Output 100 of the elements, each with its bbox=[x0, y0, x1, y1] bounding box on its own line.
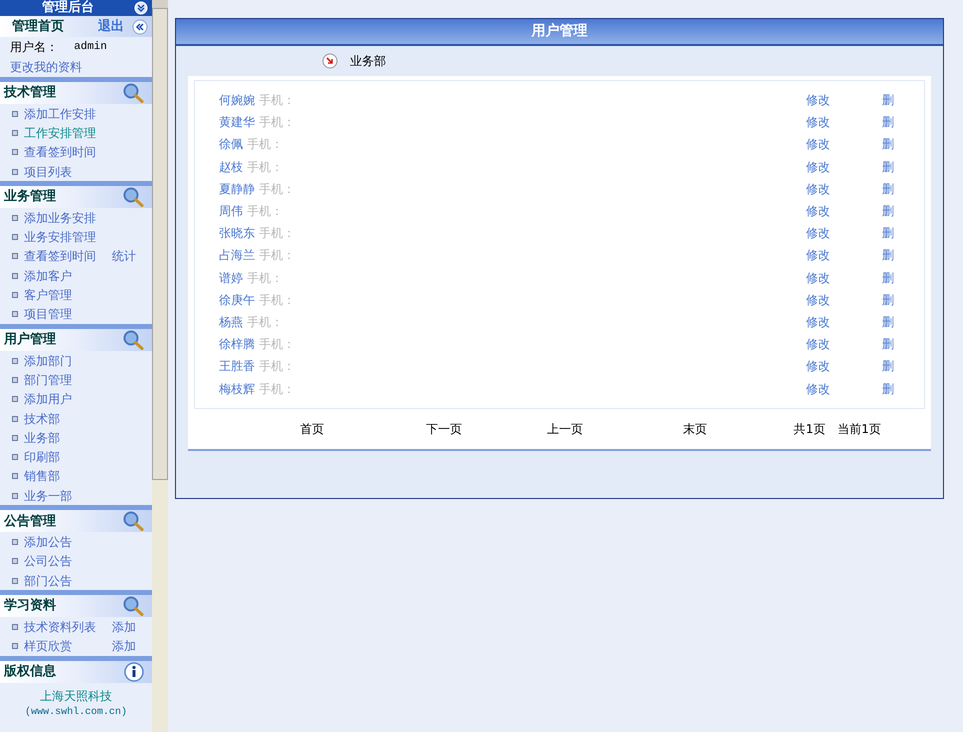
panel-title: 用户管理 bbox=[530, 22, 588, 41]
sidebar-link[interactable]: 技术资料列表 bbox=[24, 618, 96, 636]
sidebar-title: 管理后台 bbox=[42, 0, 94, 16]
user-name-link[interactable]: 王胜香 bbox=[219, 357, 255, 376]
user-name-link[interactable]: 赵枝 bbox=[219, 158, 243, 176]
bullet-icon bbox=[12, 130, 18, 136]
bullet-icon bbox=[12, 168, 18, 175]
sidebar-link[interactable]: 部门公告 bbox=[24, 572, 72, 590]
bullet-icon bbox=[12, 434, 18, 441]
delete-link[interactable]: 删 bbox=[882, 380, 894, 398]
next-page-link[interactable]: 下一页 bbox=[426, 420, 547, 438]
phone-label: 手机： bbox=[247, 203, 283, 220]
sidebar-link[interactable]: 项目列表 bbox=[24, 162, 72, 181]
bullet-icon bbox=[12, 149, 18, 156]
delete-link[interactable]: 删 bbox=[882, 290, 894, 309]
delete-link[interactable]: 删 bbox=[882, 335, 894, 354]
edit-link[interactable]: 修改 bbox=[806, 202, 830, 220]
phone-label: 手机： bbox=[259, 92, 295, 110]
edit-link[interactable]: 修改 bbox=[806, 268, 830, 287]
sidebar-link[interactable]: 技术部 bbox=[24, 410, 60, 428]
page-total: 共1页 bbox=[794, 420, 826, 438]
delete-link[interactable]: 删 bbox=[882, 180, 894, 198]
user-name-link[interactable]: 徐佩 bbox=[219, 135, 243, 154]
edit-link[interactable]: 修改 bbox=[806, 158, 830, 176]
chevron-down-icon[interactable] bbox=[134, 0, 148, 14]
sidebar-link[interactable]: 添加客户 bbox=[24, 266, 72, 285]
edit-link[interactable]: 修改 bbox=[806, 290, 830, 309]
user-name-link[interactable]: 杨燕 bbox=[219, 312, 243, 331]
sidebar-link[interactable]: 查看签到时间 bbox=[24, 143, 96, 162]
prev-page-link[interactable]: 上一页 bbox=[547, 420, 683, 438]
arrow-down-right-icon bbox=[322, 53, 338, 69]
profile-link[interactable]: 更改我的资料 bbox=[10, 58, 82, 76]
sidebar-link[interactable]: 部门管理 bbox=[24, 370, 72, 389]
sidebar-link[interactable]: 业务部 bbox=[24, 428, 60, 447]
edit-link[interactable]: 修改 bbox=[806, 180, 830, 198]
edit-link[interactable]: 修改 bbox=[806, 357, 830, 376]
user-name-link[interactable]: 占海兰 bbox=[219, 246, 255, 264]
sidebar-link[interactable]: 公司公告 bbox=[24, 552, 72, 570]
scrollbar[interactable] bbox=[152, 0, 168, 732]
sidebar-link[interactable]: 添加公告 bbox=[24, 532, 72, 551]
collapse-icon[interactable] bbox=[132, 18, 148, 34]
user-name-link[interactable]: 梅枝辉 bbox=[219, 380, 255, 398]
sidebar-link[interactable]: 添加 bbox=[112, 637, 136, 656]
user-name-link[interactable]: 张晓东 bbox=[219, 224, 255, 242]
bullet-icon bbox=[12, 110, 18, 117]
department-name: 业务部 bbox=[350, 53, 386, 70]
delete-link[interactable]: 删 bbox=[882, 246, 894, 264]
user-name-link[interactable]: 何婉婉 bbox=[219, 91, 255, 110]
sidebar-link[interactable]: 工作安排管理 bbox=[24, 124, 96, 142]
sidebar-link[interactable]: 销售部 bbox=[24, 467, 60, 486]
delete-link[interactable]: 删 bbox=[882, 91, 894, 110]
edit-link[interactable]: 修改 bbox=[806, 135, 830, 154]
first-page-link[interactable]: 首页 bbox=[300, 420, 426, 438]
edit-link[interactable]: 修改 bbox=[806, 312, 830, 331]
sidebar-link[interactable]: 业务安排管理 bbox=[24, 228, 96, 246]
user-name-link[interactable]: 徐庚午 bbox=[219, 290, 255, 309]
user-name-link[interactable]: 谱婷 bbox=[219, 268, 243, 287]
sidebar-link[interactable]: 统计 bbox=[112, 247, 136, 266]
delete-link[interactable]: 删 bbox=[882, 268, 894, 287]
edit-link[interactable]: 修改 bbox=[806, 335, 830, 354]
bullet-icon bbox=[12, 492, 18, 499]
delete-link[interactable]: 删 bbox=[882, 202, 894, 220]
home-link[interactable]: 管理首页 bbox=[12, 16, 64, 36]
edit-link[interactable]: 修改 bbox=[806, 91, 830, 110]
edit-link[interactable]: 修改 bbox=[806, 380, 830, 398]
user-name-link[interactable]: 夏静静 bbox=[219, 180, 255, 198]
delete-link[interactable]: 删 bbox=[882, 357, 894, 376]
sidebar-link[interactable]: 项目管理 bbox=[24, 305, 72, 324]
delete-link[interactable]: 删 bbox=[882, 158, 894, 176]
edit-link[interactable]: 修改 bbox=[806, 113, 830, 132]
sidebar-link[interactable]: 客户管理 bbox=[24, 286, 72, 304]
page-current: 当前1页 bbox=[837, 420, 881, 438]
user-name-link[interactable]: 徐梓腾 bbox=[219, 335, 255, 354]
bullet-icon bbox=[12, 358, 18, 364]
sidebar-link[interactable]: 添加 bbox=[112, 618, 136, 636]
sidebar-link[interactable]: 业务一部 bbox=[24, 486, 72, 505]
edit-link[interactable]: 修改 bbox=[806, 224, 830, 242]
phone-label: 手机： bbox=[247, 158, 283, 176]
sidebar-link[interactable]: 添加工作安排 bbox=[24, 104, 96, 123]
sidebar-link[interactable]: 添加业务安排 bbox=[24, 208, 96, 227]
section-title: 公告管理 bbox=[4, 512, 56, 531]
phone-label: 手机： bbox=[259, 114, 295, 132]
user-name-link[interactable]: 黄建华 bbox=[219, 113, 255, 132]
magnifier-icon bbox=[122, 187, 144, 208]
delete-link[interactable]: 删 bbox=[882, 312, 894, 331]
last-page-link[interactable]: 末页 bbox=[683, 420, 707, 438]
logout-link[interactable]: 退出 bbox=[98, 16, 124, 36]
magnifier-icon bbox=[122, 83, 144, 103]
bullet-icon bbox=[12, 311, 18, 318]
delete-link[interactable]: 删 bbox=[882, 135, 894, 154]
user-name-link[interactable]: 周伟 bbox=[219, 202, 243, 220]
sidebar-link[interactable]: 样页欣赏 bbox=[24, 637, 72, 656]
sidebar-link[interactable]: 查看签到时间 bbox=[24, 247, 96, 266]
edit-link[interactable]: 修改 bbox=[806, 246, 830, 264]
delete-link[interactable]: 删 bbox=[882, 113, 894, 132]
sidebar-link[interactable]: 印刷部 bbox=[24, 448, 60, 466]
sidebar-link[interactable]: 添加用户 bbox=[24, 390, 72, 408]
bullet-icon bbox=[12, 396, 18, 402]
sidebar-link[interactable]: 添加部门 bbox=[24, 352, 72, 370]
delete-link[interactable]: 删 bbox=[882, 224, 894, 242]
